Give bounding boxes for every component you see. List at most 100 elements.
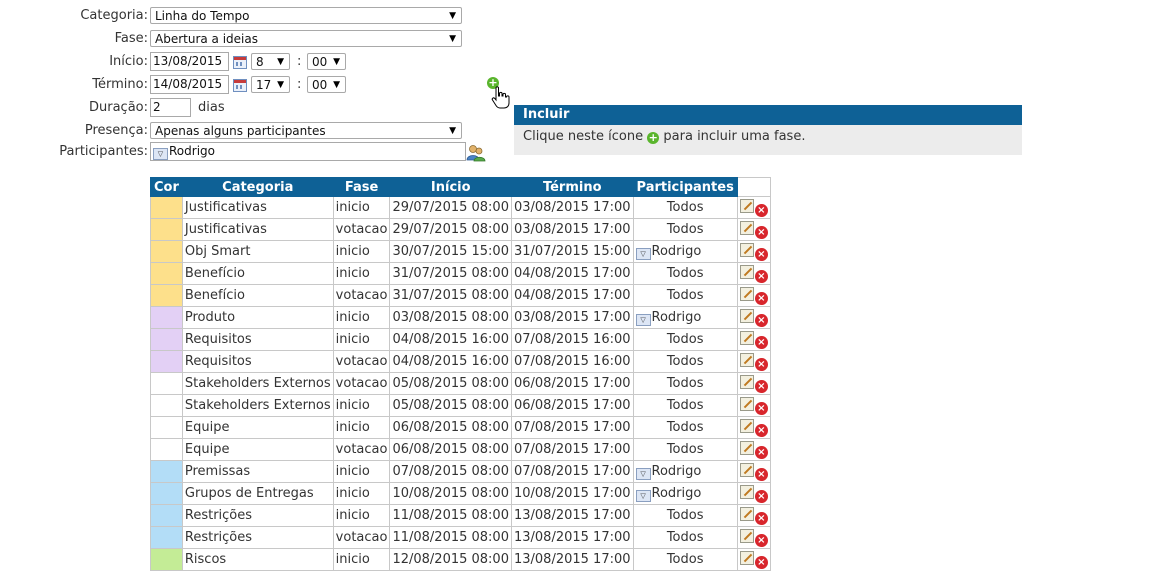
edit-icon[interactable]	[739, 418, 754, 433]
edit-icon[interactable]	[739, 396, 754, 411]
phase-cell: inicio	[332, 416, 391, 439]
duracao-label: Duração:	[88, 100, 148, 115]
phase-cell: inicio	[332, 482, 391, 505]
end-cell: 04/08/2015 17:00	[510, 284, 634, 307]
categoria-select[interactable]: Linha do Tempo ▼	[150, 7, 462, 24]
inicio-min-value: 00	[312, 55, 328, 69]
color-swatch	[150, 526, 183, 549]
termino-date-input[interactable]: 14/08/2015	[150, 75, 229, 94]
chevron-down-icon: ▼	[449, 11, 456, 21]
edit-icon[interactable]	[739, 506, 754, 521]
end-cell: 10/08/2015 17:00	[510, 482, 634, 505]
participants-cell: Todos	[632, 284, 738, 307]
termino-min-select[interactable]: 00 ▼	[307, 76, 346, 93]
users-icon[interactable]	[466, 144, 486, 162]
phase-cell: inicio	[332, 504, 391, 527]
delete-icon[interactable]: ×	[754, 269, 768, 283]
dropdown-toggle-icon[interactable]: ▽	[635, 313, 651, 326]
edit-icon[interactable]	[739, 286, 754, 301]
delete-icon[interactable]: ×	[754, 335, 768, 349]
color-swatch	[150, 350, 183, 373]
dropdown-toggle-icon[interactable]: ▽	[635, 247, 651, 260]
phase-cell: votacao	[332, 284, 391, 307]
delete-icon[interactable]: ×	[754, 423, 768, 437]
delete-icon[interactable]: ×	[754, 467, 768, 481]
presenca-select[interactable]: Apenas alguns participantes ▼	[150, 122, 462, 139]
inicio-date-input[interactable]: 13/08/2015	[150, 52, 229, 71]
calendar-icon[interactable]	[233, 56, 247, 69]
participants-value: Todos	[666, 222, 704, 237]
column-header: Fase	[332, 177, 391, 197]
participants-cell: Todos	[632, 218, 738, 241]
delete-icon[interactable]: ×	[754, 291, 768, 305]
delete-icon[interactable]: ×	[754, 533, 768, 547]
delete-icon[interactable]: ×	[754, 247, 768, 261]
delete-icon[interactable]: ×	[754, 401, 768, 415]
edit-icon[interactable]	[739, 198, 754, 213]
edit-icon[interactable]	[739, 242, 754, 257]
inicio-hour-value: 8	[256, 55, 264, 69]
actions-cell: ×	[736, 284, 771, 307]
start-cell: 11/08/2015 08:00	[389, 526, 512, 549]
column-header: Participantes	[632, 177, 738, 197]
delete-icon[interactable]: ×	[754, 379, 768, 393]
participants-value: Rodrigo	[651, 485, 702, 501]
calendar-icon[interactable]	[233, 79, 247, 92]
inicio-hour-select[interactable]: 8 ▼	[251, 53, 290, 70]
category-cell: Stakeholders Externos	[181, 372, 334, 395]
duracao-unit: dias	[198, 100, 225, 115]
fase-value: Abertura a ideias	[155, 32, 258, 46]
phase-cell: inicio	[332, 548, 391, 571]
inicio-min-select[interactable]: 00 ▼	[307, 53, 346, 70]
participants-value: Todos	[666, 288, 704, 303]
start-cell: 31/07/2015 08:00	[389, 262, 512, 285]
table-row: Benefício inicio 31/07/2015 08:00 04/08/201…	[150, 262, 771, 285]
edit-icon[interactable]	[739, 528, 754, 543]
table-body: Justificativas inicio 29/07/2015 08:00 03/0…	[150, 196, 771, 571]
end-cell: 13/08/2015 17:00	[510, 548, 634, 571]
edit-icon[interactable]	[739, 550, 754, 565]
edit-icon[interactable]	[739, 308, 754, 323]
fase-select[interactable]: Abertura a ideias ▼	[150, 30, 462, 47]
delete-icon[interactable]: ×	[754, 313, 768, 327]
delete-icon[interactable]: ×	[754, 203, 768, 217]
column-header: Cor	[150, 177, 183, 197]
participantes-value: Rodrigo	[169, 144, 215, 158]
delete-icon[interactable]: ×	[754, 225, 768, 239]
edit-icon[interactable]	[739, 330, 754, 345]
start-cell: 04/08/2015 16:00	[389, 350, 512, 373]
termino-hour-select[interactable]: 17 ▼	[251, 76, 290, 93]
delete-icon[interactable]: ×	[754, 445, 768, 459]
delete-icon[interactable]: ×	[754, 555, 768, 569]
duracao-input[interactable]: 2	[150, 98, 191, 117]
tooltip-text-after: para incluir uma fase.	[663, 129, 806, 144]
end-cell: 07/08/2015 16:00	[510, 328, 634, 351]
dropdown-toggle-icon[interactable]: ▽	[635, 489, 651, 502]
participantes-field[interactable]: ▽ Rodrigo	[150, 142, 466, 161]
actions-cell: ×	[736, 438, 771, 461]
plus-circle-icon: +	[647, 131, 660, 144]
actions-cell: ×	[736, 328, 771, 351]
dropdown-toggle-icon[interactable]: ▽	[153, 148, 168, 160]
delete-icon[interactable]: ×	[754, 357, 768, 371]
participants-value: Todos	[666, 332, 704, 347]
edit-icon[interactable]	[739, 440, 754, 455]
tooltip-title: Incluir	[514, 105, 1022, 125]
edit-icon[interactable]	[739, 374, 754, 389]
edit-icon[interactable]	[739, 484, 754, 499]
delete-icon[interactable]: ×	[754, 489, 768, 503]
table-row: Premissas inicio 07/08/2015 08:00 07/08/201…	[150, 460, 771, 483]
category-cell: Justificativas	[181, 196, 334, 219]
edit-icon[interactable]	[739, 352, 754, 367]
participants-cell: Todos	[632, 526, 738, 549]
participants-value: Todos	[666, 398, 704, 413]
delete-icon[interactable]: ×	[754, 511, 768, 525]
edit-icon[interactable]	[739, 220, 754, 235]
phase-cell: inicio	[332, 460, 391, 483]
edit-icon[interactable]	[739, 462, 754, 477]
participants-value: Rodrigo	[651, 243, 702, 259]
category-cell: Restrições	[181, 504, 334, 527]
start-cell: 10/08/2015 08:00	[389, 482, 512, 505]
dropdown-toggle-icon[interactable]: ▽	[635, 467, 651, 480]
edit-icon[interactable]	[739, 264, 754, 279]
